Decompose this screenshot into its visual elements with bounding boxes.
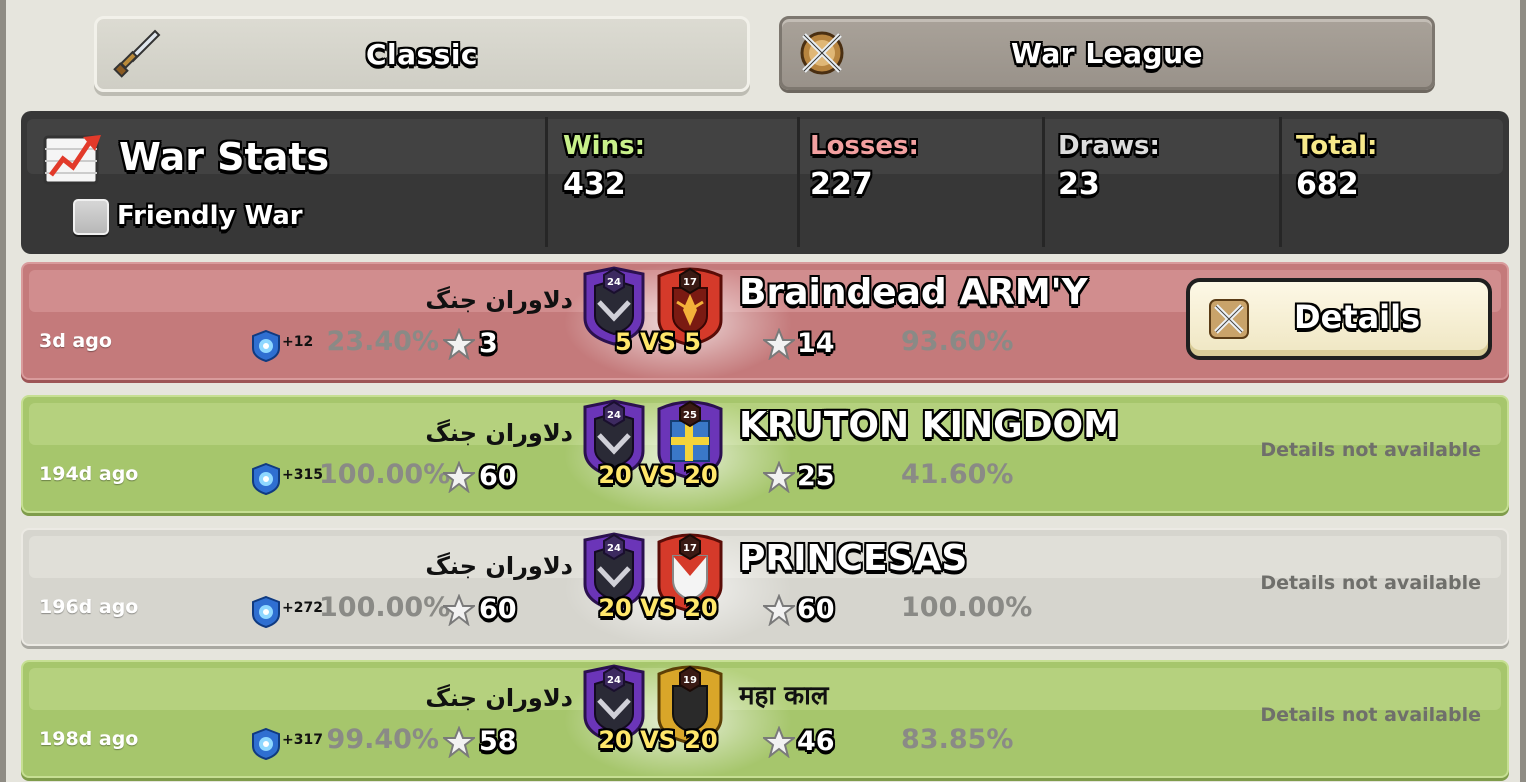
their-clan-level: 17 (683, 543, 697, 554)
our-clan-name: دلاوران جنگ (425, 552, 573, 580)
sword-icon (113, 29, 161, 78)
opponent-stars-count: 60 (797, 594, 835, 625)
opponent-stars-count: 25 (797, 461, 835, 492)
clan-xp-gain: +315 (282, 467, 323, 483)
our-stars-count: 58 (479, 726, 517, 757)
war-log-row[interactable]: 194d ago +315 100.00% 60 دلاوران جنگ 24 25 20 V… (21, 395, 1509, 513)
tab-war-league-label: War League (1010, 36, 1204, 70)
stats-divider (1042, 117, 1045, 247)
clan-xp-icon (251, 727, 281, 761)
war-log-row[interactable]: 3d ago +12 23.40% 3 دلاوران جنگ 24 17 5 VS 5 Bra… (21, 262, 1509, 380)
our-destruction-percent: 23.40% (326, 326, 439, 357)
war-size-versus: 20 VS 20 (598, 726, 718, 754)
crossed-swords-icon (1209, 299, 1249, 339)
our-clan-level: 24 (607, 543, 621, 554)
opponent-clan-name: Braindead ARM'Y (739, 272, 1088, 313)
losses-label: Losses: (810, 131, 919, 161)
our-stars-count: 3 (479, 328, 498, 359)
tab-war-league[interactable]: War League (779, 16, 1435, 90)
total-label: Total: (1296, 131, 1378, 161)
our-stars-count: 60 (479, 461, 517, 492)
clan-xp-gain: +12 (282, 334, 314, 350)
their-clan-level: 19 (683, 675, 697, 686)
war-size-versus: 20 VS 20 (598, 594, 718, 622)
war-stats-panel: War Stats Friendly War Wins: 432 Losses:… (21, 111, 1509, 254)
war-log-row[interactable]: 196d ago +272 100.00% 60 دلاوران جنگ 24 17 20 V… (21, 528, 1509, 646)
our-destruction-percent: 99.40% (326, 724, 439, 755)
our-clan-level: 24 (607, 675, 621, 686)
war-log-row[interactable]: 198d ago +317 99.40% 58 دلاوران جنگ 24 19 20 VS… (21, 660, 1509, 778)
losses-value: 227 (810, 167, 873, 202)
opponent-destruction-percent: 93.60% (901, 326, 1014, 357)
opponent-destruction-percent: 100.00% (901, 592, 1033, 623)
stats-divider (1279, 117, 1282, 247)
draws-label: Draws: (1058, 131, 1160, 161)
opponent-destruction-percent: 83.85% (901, 724, 1014, 755)
opponent-stars-count: 14 (797, 328, 835, 359)
crossed-swords-icon (800, 31, 844, 75)
star-icon (441, 327, 477, 361)
wins-value: 432 (563, 167, 626, 202)
wins-label: Wins: (563, 131, 645, 161)
tab-classic[interactable]: Classic (94, 16, 750, 92)
star-icon (761, 327, 797, 361)
war-stats-title: War Stats (119, 135, 330, 179)
opponent-clan-name: KRUTON KINGDOM (739, 405, 1119, 446)
war-time-ago: 3d ago (39, 330, 112, 352)
clan-xp-icon (251, 595, 281, 629)
frame-left-edge (0, 0, 6, 782)
war-size-versus: 20 VS 20 (598, 461, 718, 489)
war-time-ago: 196d ago (39, 596, 139, 618)
opponent-destruction-percent: 41.60% (901, 459, 1014, 490)
frame-right-edge (1520, 0, 1526, 782)
details-not-available: Details not available (1260, 704, 1481, 726)
war-time-ago: 194d ago (39, 463, 139, 485)
clan-xp-icon (251, 462, 281, 496)
clan-xp-icon (251, 329, 281, 363)
our-stars-count: 60 (479, 594, 517, 625)
friendly-war-checkbox[interactable] (73, 199, 109, 235)
war-size-versus: 5 VS 5 (615, 328, 701, 356)
clan-xp-gain: +272 (282, 600, 323, 616)
details-button-label: Details (1294, 298, 1421, 336)
star-icon (441, 725, 477, 759)
friendly-war-label: Friendly War (117, 201, 303, 231)
details-not-available: Details not available (1260, 572, 1481, 594)
total-value: 682 (1296, 167, 1359, 202)
our-destruction-percent: 100.00% (319, 592, 451, 623)
details-button[interactable]: Details (1186, 278, 1492, 360)
clan-xp-gain: +317 (282, 732, 323, 748)
star-icon (761, 460, 797, 494)
our-clan-name: دلاوران جنگ (425, 286, 573, 314)
star-icon (441, 593, 477, 627)
stats-divider (797, 117, 800, 247)
our-clan-level: 24 (607, 410, 621, 421)
tab-classic-label: Classic (365, 37, 479, 71)
opponent-clan-name: PRINCESAS (739, 538, 968, 579)
stats-divider (545, 117, 548, 247)
draws-value: 23 (1058, 167, 1100, 202)
star-icon (761, 593, 797, 627)
our-clan-level: 24 (607, 277, 621, 288)
star-icon (441, 460, 477, 494)
their-clan-level: 25 (683, 410, 697, 421)
chart-icon (43, 135, 101, 185)
our-clan-name: دلاوران جنگ (425, 419, 573, 447)
our-clan-name: دلاوران جنگ (425, 684, 573, 712)
opponent-stars-count: 46 (797, 726, 835, 757)
star-icon (761, 725, 797, 759)
details-not-available: Details not available (1260, 439, 1481, 461)
opponent-clan-name: महा काल (739, 681, 829, 711)
our-destruction-percent: 100.00% (319, 459, 451, 490)
war-time-ago: 198d ago (39, 728, 139, 750)
their-clan-level: 17 (683, 277, 697, 288)
